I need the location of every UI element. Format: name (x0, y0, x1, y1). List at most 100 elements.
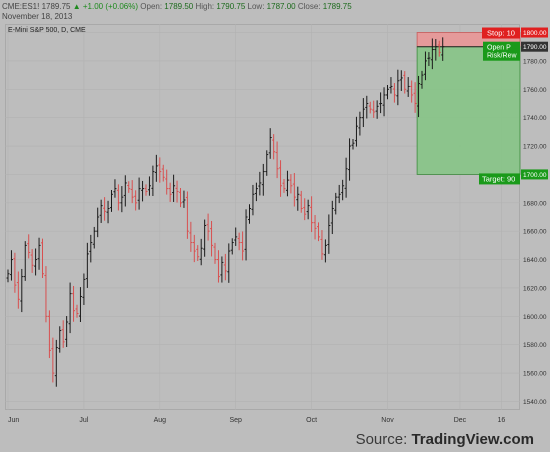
ohlc-bar (137, 177, 141, 210)
source-brand: TradingView.com (411, 431, 534, 448)
ohlc-bar (96, 207, 100, 238)
ohlc-bar (34, 248, 38, 276)
info-line: Risk/Rew (487, 53, 518, 60)
ohlc-bar (147, 176, 151, 196)
ohlc-bar (289, 174, 293, 194)
stop-price-tag-text: 1800.00 (523, 30, 547, 37)
ohlc-bar (341, 179, 345, 201)
stop-label: Stop: 10 (482, 27, 520, 39)
ohlc-bar (213, 242, 217, 264)
ohlc-bar (54, 339, 58, 387)
y-tick-label: 1560.00 (523, 371, 547, 378)
ohlc-bar (44, 266, 48, 323)
ohlc-bar (130, 180, 134, 204)
y-tick-label: 1540.00 (523, 399, 547, 406)
ohlc-bar (379, 92, 383, 114)
position-info-box: Open PRisk/Rew (483, 41, 520, 61)
ohlc-bar (251, 184, 255, 216)
x-tick-label: Dec (454, 417, 467, 424)
ohlc-bar (61, 320, 65, 348)
ohlc-bar (58, 326, 62, 353)
ohlc-bar (85, 242, 89, 288)
ohlc-bar (37, 237, 41, 270)
ohlc-bar (296, 186, 300, 211)
ohlc-bar (392, 83, 396, 103)
ohlc-bar (134, 190, 138, 211)
ohlc-bar (189, 221, 193, 252)
ohlc-bar (6, 269, 10, 283)
ohlc-bar (65, 316, 69, 347)
ohlc-bar (375, 100, 379, 119)
ohlc-bar (265, 150, 269, 176)
ohlc-bar (120, 186, 124, 213)
y-tick-label: 1640.00 (523, 257, 547, 264)
y-tick-label: 1760.00 (523, 87, 547, 94)
ohlc-bar (113, 179, 117, 198)
ohlc-bar (358, 111, 362, 136)
ohlc-bar (165, 169, 169, 195)
ohlc-bar (248, 204, 251, 224)
ohlc-bar (337, 184, 341, 204)
chart-screenshot: CME:ES1! 1789.75 ▲ +1.00 (+0.06%) Open: … (0, 0, 550, 452)
ohlc-bar (223, 253, 227, 281)
ohlc-bar (99, 199, 103, 223)
stop-label-text: Stop: 10 (487, 29, 515, 38)
y-tick-label: 1720.00 (523, 144, 547, 151)
ohlc-bar (241, 231, 245, 261)
ohlc-bar (254, 182, 258, 202)
ohlc-bar (123, 175, 127, 207)
ohlc-bar (30, 249, 34, 273)
ohlc-bar (303, 198, 307, 221)
ohlc-bar (172, 174, 176, 202)
ohlc-bar (410, 80, 414, 103)
y-tick-label: 1600.00 (523, 314, 547, 321)
last-price-tag-text: 1790.00 (523, 44, 547, 51)
ohlc-bar (103, 197, 107, 221)
ohlc-bar (244, 209, 248, 261)
ohlc-bar (51, 337, 55, 383)
ohlc-bar (261, 163, 265, 196)
y-tick-label: 1780.00 (523, 58, 547, 65)
chart-title: E-Mini S&P 500, D, CME (8, 27, 86, 34)
ohlc-bar (365, 95, 369, 119)
target-price-tag: 1700.00 (521, 169, 548, 180)
ohlc-bar (330, 200, 334, 235)
ohlc-bar (47, 310, 51, 359)
ohlc-bar (237, 232, 241, 251)
ohlc-bar (110, 190, 113, 212)
ohlc-bar (406, 77, 410, 97)
ohlc-bar (386, 85, 389, 100)
ohlc-bar (9, 250, 13, 281)
ohlc-bar (168, 182, 172, 202)
ohlc-bar (41, 238, 44, 279)
ohlc-bar (227, 243, 231, 283)
ohlc-bar (175, 180, 179, 203)
x-tick-label: Sep (229, 417, 242, 424)
ohlc-bar (192, 234, 196, 263)
ohlc-bar (106, 200, 110, 224)
ohlc-bar (23, 241, 27, 281)
price-chart[interactable]: 1800.00 1780.00 1760.00 1740.00 1720.00 1700.… (0, 0, 550, 452)
y-tick-label: 1740.00 (523, 115, 547, 122)
target-label: Target: 90 (479, 173, 520, 185)
ohlc-bar (144, 184, 148, 196)
ohlc-bar (275, 141, 279, 179)
ohlc-bar (234, 227, 238, 246)
ohlc-bar (320, 230, 324, 260)
x-tick-label: 16 (497, 417, 505, 424)
ohlc-bar (272, 134, 276, 160)
ohlc-bar (361, 98, 365, 128)
ohlc-bar (78, 287, 82, 323)
ohlc-bar (203, 219, 207, 257)
ohlc-bar (185, 191, 189, 239)
ohlc-bar (354, 116, 358, 147)
target-price-tag-text: 1700.00 (523, 172, 547, 179)
ohlc-bar (13, 252, 17, 293)
ohlc-bar (210, 220, 214, 257)
ohlc-bar (82, 273, 86, 305)
source-credit: Source: TradingView.com (356, 431, 534, 448)
ohlc-bar (334, 192, 338, 215)
ohlc-bar (292, 173, 296, 207)
ohlc-bar (317, 222, 320, 242)
ohlc-bar (279, 160, 283, 197)
